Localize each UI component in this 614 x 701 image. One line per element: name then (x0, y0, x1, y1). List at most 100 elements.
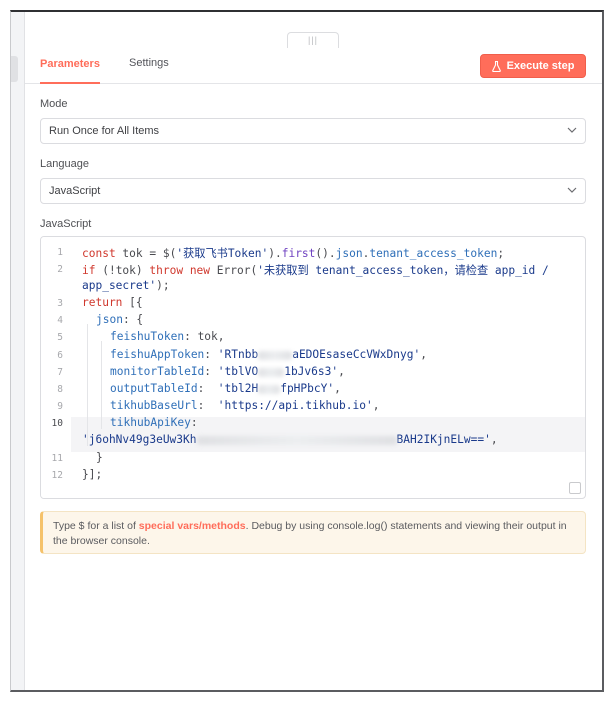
mode-select[interactable]: Run Once for All Items (40, 118, 586, 144)
code-token: if (82, 264, 96, 277)
code-token: Error( (210, 264, 258, 277)
code-token: : (197, 382, 218, 395)
code-line: tikhubBaseUrl: 'https://api.tikhub.io', (110, 399, 379, 412)
left-collapsed-panel[interactable] (11, 12, 25, 690)
code-token: $( (162, 247, 177, 260)
code-line: feishuToken: tok, (110, 330, 225, 343)
line-number: 6 (57, 350, 63, 361)
code-token: 'tbl2H (217, 382, 259, 395)
mode-label: Mode (40, 98, 68, 110)
code-token: aEDOEsaseCcVWxDnyg' (292, 348, 421, 361)
code-token: fpHPbcY' (280, 382, 335, 395)
code-token: , (490, 433, 498, 446)
code-token: '未获取到 tenant_access_token，请检查 app_id / (257, 264, 549, 277)
language-select-value: JavaScript (49, 185, 101, 197)
node-panel: ||| Parameters Settings Execute step Mod… (10, 10, 604, 692)
code-token: json (335, 247, 363, 260)
code-token: tikhubBaseUrl (110, 399, 198, 412)
redacted-blur (258, 350, 293, 360)
language-label: Language (40, 158, 89, 170)
code-token: tok = (115, 247, 163, 260)
code-token: monitorTableId (110, 365, 205, 378)
line-number: 8 (57, 384, 63, 395)
line-number: 7 (57, 367, 63, 378)
hint-text: Type $ for a list of (53, 520, 139, 532)
code-token: 'j6ohNv49g3eUw3Kh (82, 433, 197, 446)
code-token: 1bJv6s3' (284, 365, 339, 378)
line-number: 2 (57, 264, 63, 275)
indent-guide (87, 324, 88, 446)
language-select[interactable]: JavaScript (40, 178, 586, 204)
line-number: 10 (51, 418, 63, 429)
chevron-down-icon (567, 187, 577, 193)
code-token: , (338, 365, 345, 378)
line-number: 5 (57, 332, 63, 343)
code-token: : { (122, 313, 144, 326)
code-token: const (82, 247, 116, 260)
special-vars-link[interactable]: special vars/methods (139, 520, 246, 532)
code-line: feishuAppToken: 'RTnbb aEDOEsaseCcVWxDnyg… (110, 348, 427, 361)
code-line: app_secret'); (82, 279, 170, 292)
resize-handle-icon[interactable] (569, 482, 581, 494)
code-token: ). (268, 247, 282, 260)
line-number: 4 (57, 315, 63, 326)
collapse-handle[interactable] (11, 56, 18, 82)
code-line: monitorTableId: 'tblVO 1bJv6s3', (110, 365, 345, 378)
code-token: : (197, 399, 218, 412)
code-token: , (372, 399, 380, 412)
code-token: tikhubApiKey (110, 416, 191, 429)
hint-notice: Type $ for a list of special vars/method… (40, 511, 586, 554)
line-number: 12 (51, 470, 63, 481)
code-token: : (204, 348, 218, 361)
execute-step-button[interactable]: Execute step (480, 54, 586, 78)
code-token: } (96, 451, 103, 464)
code-token: tenant_access_token (369, 247, 498, 260)
code-editor[interactable]: 1 2 3 4 5 6 7 8 9 10 11 12 const tok = $… (40, 236, 586, 499)
code-token: outputTableId (110, 382, 198, 395)
code-token: ); (156, 279, 170, 292)
line-number: 9 (57, 401, 63, 412)
redacted-blur (258, 367, 285, 377)
code-token: : tok, (184, 330, 225, 343)
code-token: app_secret' (82, 279, 157, 292)
code-token: (). (315, 247, 336, 260)
drag-handle[interactable]: ||| (287, 32, 339, 48)
redacted-blur (258, 384, 281, 394)
code-line: 'j6ohNv49g3eUw3Kh BAH2IKjnELw==', (82, 433, 498, 446)
chevron-down-icon (567, 127, 577, 133)
code-token: throw (149, 264, 184, 277)
code-line: } (96, 451, 103, 464)
code-token: ; (497, 247, 505, 260)
line-number: 11 (51, 453, 63, 464)
code-token: }]; (82, 468, 103, 481)
code-token: BAH2IKjnELw==' (396, 433, 491, 446)
code-line: }]; (82, 468, 102, 481)
code-line: outputTableId: 'tbl2H fpHPbcY', (110, 382, 341, 395)
code-token: 'RTnbb (217, 348, 259, 361)
code-line: json: { (96, 313, 143, 326)
code-token: : (204, 365, 218, 378)
redacted-blur (196, 435, 397, 445)
code-token: return (82, 296, 123, 309)
code-token: json (96, 313, 123, 326)
code-token: 'tblVO (217, 365, 259, 378)
tab-parameters[interactable]: Parameters (40, 48, 100, 84)
tab-settings[interactable]: Settings (129, 48, 169, 69)
execute-step-label: Execute step (506, 60, 575, 72)
code-label: JavaScript (40, 218, 92, 230)
code-token: , (334, 382, 341, 395)
line-number: 1 (57, 247, 63, 258)
line-number: 3 (57, 298, 63, 309)
code-token: feishuAppToken (110, 348, 205, 361)
code-token: feishuToken (110, 330, 185, 343)
flask-icon (491, 60, 501, 72)
code-token: 'https://api.tikhub.io' (217, 399, 373, 412)
mode-select-value: Run Once for All Items (49, 125, 160, 137)
code-token: (!tok) (95, 264, 150, 277)
code-token: first (281, 247, 316, 260)
code-line: const tok = $('获取飞书Token').first().json.… (82, 245, 504, 261)
code-line: if (!tok) throw new Error('未获取到 tenant_a… (82, 262, 549, 278)
code-token: : (190, 416, 198, 429)
code-token: , (420, 348, 427, 361)
